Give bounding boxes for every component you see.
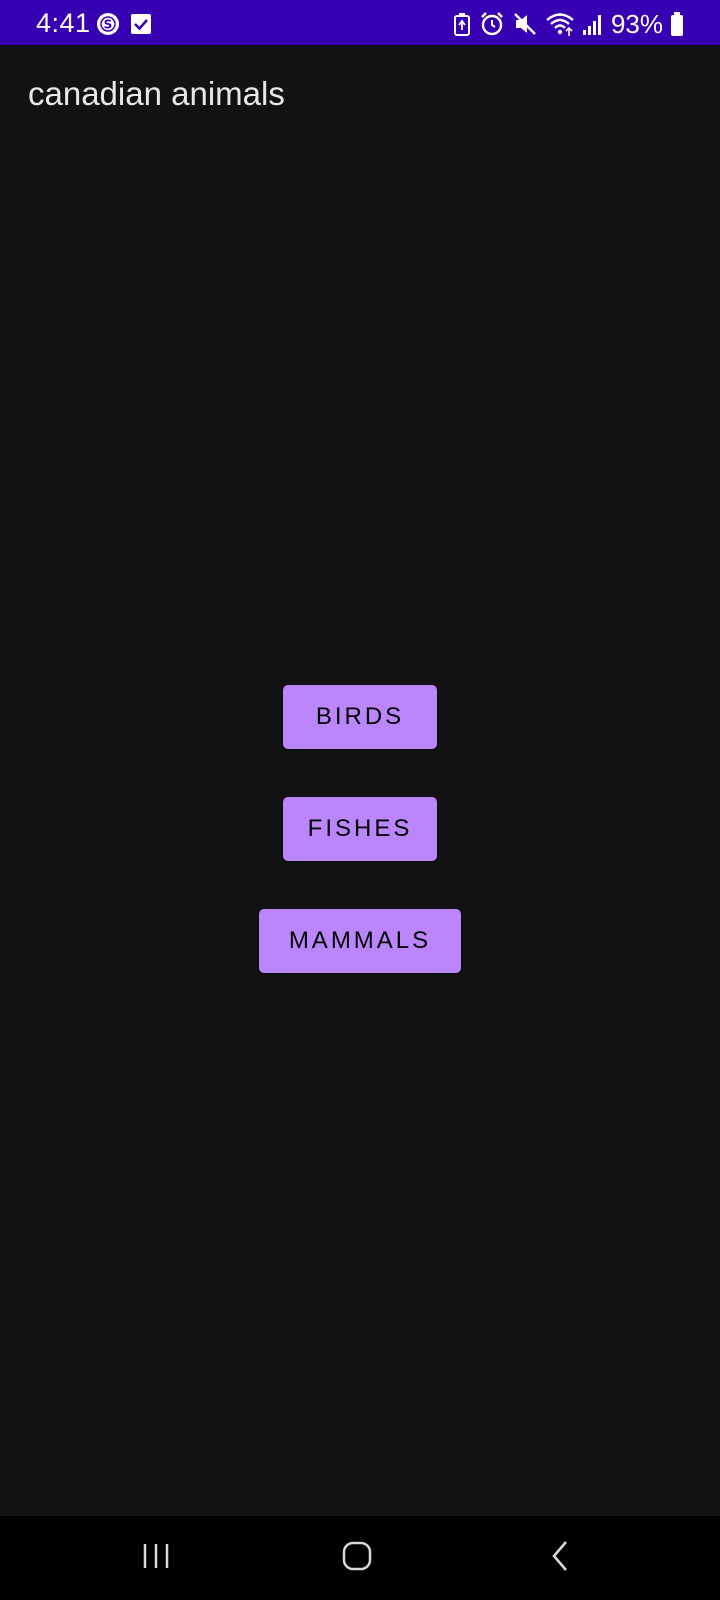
mammals-button[interactable]: MAMMALS xyxy=(259,909,461,973)
home-icon xyxy=(341,1540,373,1577)
fishes-button[interactable]: FISHES xyxy=(283,797,437,861)
home-button[interactable] xyxy=(297,1516,417,1600)
back-button[interactable] xyxy=(500,1516,620,1600)
recents-button[interactable] xyxy=(96,1516,216,1600)
birds-button[interactable]: BIRDS xyxy=(283,685,437,749)
recents-icon xyxy=(141,1541,171,1576)
navigation-bar xyxy=(0,1516,720,1600)
back-icon xyxy=(548,1540,572,1577)
button-group: BIRDS FISHES MAMMALS xyxy=(0,0,720,1600)
